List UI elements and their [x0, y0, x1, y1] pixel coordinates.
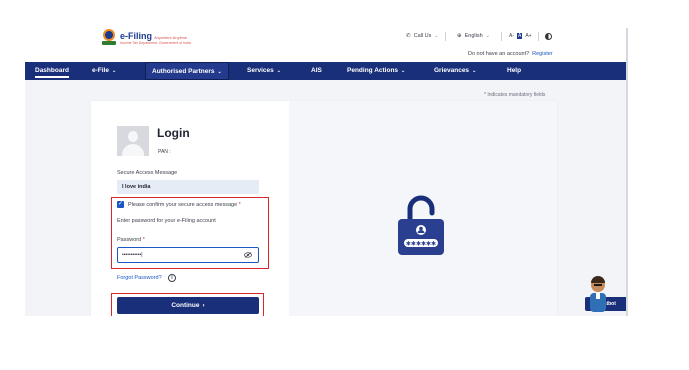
chevron-down-icon: ⌄: [111, 68, 117, 74]
chevron-down-icon: ⌄: [472, 68, 477, 74]
chevron-down-icon: ⌄: [217, 69, 222, 75]
call-us-label: Call Us: [413, 33, 432, 39]
eye-off-icon[interactable]: [244, 252, 252, 258]
pan-label: PAN :: [158, 149, 171, 155]
nav-efile[interactable]: e-File ⌄: [92, 62, 116, 80]
font-size-controls: A- A A+: [509, 33, 532, 39]
font-decrease-button[interactable]: A-: [509, 33, 514, 39]
svg-text:✱✱✱✱✱✱: ✱✱✱✱✱✱: [406, 241, 436, 248]
nav-dashboard[interactable]: Dashboard: [35, 62, 69, 80]
register-link[interactable]: Register: [532, 51, 552, 57]
brand-tagline: Anywhere Anytime: [154, 35, 188, 40]
app-frame: e-Filing Anywhere Anytime Income Tax Depa…: [25, 0, 626, 316]
department-name: Income Tax Department, Government of Ind…: [120, 41, 191, 45]
contrast-toggle[interactable]: [545, 33, 552, 40]
forgot-password-link[interactable]: Forgot Password?: [117, 275, 162, 281]
nav-help[interactable]: Help: [507, 62, 521, 80]
nav-authorised-partners[interactable]: Authorised Partners ⌄: [145, 62, 229, 80]
font-normal-button[interactable]: A: [517, 33, 523, 39]
phone-icon: ✆: [406, 33, 411, 39]
globe-icon: ⊕: [457, 33, 462, 39]
info-icon[interactable]: i: [168, 274, 176, 282]
password-label: Password *: [117, 237, 145, 243]
mandatory-note: * Indicates mandatory fields: [484, 92, 546, 98]
secure-access-label: Secure Access Message: [117, 170, 178, 176]
nav-pending-actions[interactable]: Pending Actions ⌄: [347, 62, 405, 80]
chatbot-avatar-icon[interactable]: [587, 276, 609, 312]
password-prompt: Enter password for your e-Filing account: [117, 218, 216, 224]
main-nav: Dashboard e-File ⌄ Authorised Partners ⌄ S…: [25, 62, 626, 80]
language-label: English: [464, 33, 483, 39]
confirm-label: Please confirm your secure access messag…: [128, 202, 241, 208]
contrast-icon: [545, 33, 552, 40]
emblem-icon: [101, 29, 117, 47]
continue-button[interactable]: Continue ›: [117, 297, 259, 314]
nav-services[interactable]: Services ⌄: [247, 62, 281, 80]
lock-icon: ✱✱✱✱✱✱: [398, 195, 444, 255]
brand-name: e-Filing: [120, 31, 152, 41]
chevron-down-icon: ⌄: [434, 33, 439, 39]
password-field[interactable]: •••••••••••|: [117, 247, 259, 263]
page-title: Login: [157, 126, 190, 140]
font-increase-button[interactable]: A+: [525, 33, 531, 39]
nav-ais[interactable]: AIS: [311, 62, 322, 80]
chevron-down-icon: ⌄: [401, 68, 406, 74]
confirm-checkbox[interactable]: ✓: [117, 201, 124, 208]
scrollbar[interactable]: [626, 28, 628, 316]
language-select[interactable]: ⊕ English ⌄: [457, 33, 490, 39]
account-prompt: Do not have an account? Register: [468, 51, 553, 57]
chevron-down-icon: ⌄: [276, 68, 281, 74]
chevron-down-icon: ⌄: [485, 33, 490, 39]
avatar: [117, 126, 149, 156]
nav-grievances[interactable]: Grievances ⌄: [434, 62, 476, 80]
call-us-menu[interactable]: ✆ Call Us ⌄: [406, 33, 439, 39]
secure-access-message: I love india: [117, 180, 259, 194]
efiling-logo[interactable]: e-Filing Anywhere Anytime Income Tax Depa…: [101, 29, 191, 47]
account-prompt-text: Do not have an account?: [468, 51, 530, 57]
